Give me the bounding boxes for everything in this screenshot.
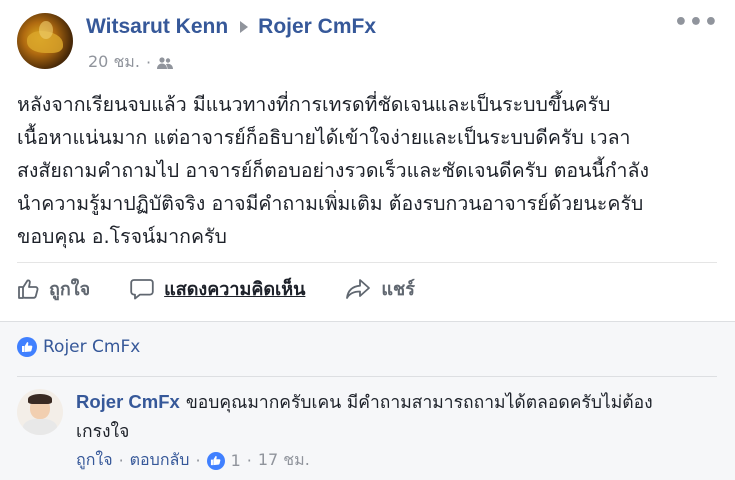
- comment-author[interactable]: Rojer CmFx: [76, 391, 180, 412]
- post-text-line: หลังจากเรียนจบแล้ว มีแนวทางที่การเทรดที่…: [17, 93, 611, 116]
- share-arrow-icon: [346, 278, 371, 299]
- post-text-line: ขอบคุณ อ.โรจน์มากครับ: [17, 225, 227, 248]
- share-label: แชร์: [381, 279, 415, 300]
- reactions-summary[interactable]: Rojer CmFx: [17, 337, 140, 357]
- like-badge-icon: [17, 337, 37, 357]
- divider: [17, 262, 717, 263]
- more-options-icon[interactable]: •••: [674, 10, 719, 35]
- comment-time[interactable]: 17 ชม.: [258, 448, 310, 473]
- comments-section: Rojer CmFx Rojer CmFx ขอบคุณมากครับเคน มี…: [0, 322, 735, 480]
- divider: [17, 376, 717, 377]
- meta-separator: ·: [118, 451, 124, 470]
- post-text-line: สงสัยถามคำถามไป อาจารย์ก็ตอบอย่างรวดเร็ว…: [17, 159, 649, 182]
- meta-separator: ·: [246, 451, 252, 470]
- arrow-right-icon: [240, 21, 249, 33]
- post-card: Witsarut Kenn Rojer CmFx 20 ชม. · ••• หล…: [0, 0, 735, 322]
- author-avatar[interactable]: [17, 13, 73, 69]
- post-text-line: นำความรู้มาปฏิบัติจริง อาจมีคำถามเพิ่มเต…: [17, 192, 644, 215]
- post-body: หลังจากเรียนจบแล้ว มีแนวทางที่การเทรดที่…: [17, 88, 722, 253]
- comment-meta: ถูกใจ · ตอบกลับ · 1 · 17 ชม.: [76, 448, 310, 473]
- like-label: ถูกใจ: [49, 279, 91, 300]
- meta-separator: ·: [195, 451, 201, 470]
- reactor-name[interactable]: Rojer CmFx: [43, 337, 140, 357]
- meta-separator: ·: [145, 53, 152, 72]
- comment-reply-link[interactable]: ตอบกลับ: [130, 448, 190, 473]
- like-badge-icon[interactable]: [206, 451, 225, 470]
- post-meta: 20 ชม. ·: [88, 50, 174, 75]
- post-text-line: เนื้อหาแน่นมาก แต่อาจารย์ก็อธิบายได้เข้า…: [17, 126, 631, 149]
- friends-audience-icon[interactable]: [157, 56, 174, 69]
- post-actions: ถูกใจ แสดงความคิดเห็น แชร์: [17, 274, 455, 303]
- comment-like-count[interactable]: 1: [231, 451, 241, 470]
- comment-like-link[interactable]: ถูกใจ: [76, 448, 113, 473]
- share-button[interactable]: แชร์: [345, 274, 415, 303]
- commenter-avatar[interactable]: [17, 389, 63, 435]
- post-header: Witsarut Kenn Rojer CmFx: [86, 15, 376, 39]
- target-page-name[interactable]: Rojer CmFx: [258, 15, 376, 39]
- comment-icon: [130, 278, 154, 299]
- thumbs-up-icon: [18, 278, 39, 299]
- post-time[interactable]: 20 ชม.: [88, 50, 140, 75]
- comment-label: แสดงความคิดเห็น: [164, 279, 306, 300]
- comment-button[interactable]: แสดงความคิดเห็น: [130, 274, 305, 303]
- author-name[interactable]: Witsarut Kenn: [86, 15, 228, 39]
- like-button[interactable]: ถูกใจ: [17, 274, 90, 303]
- comment-body: Rojer CmFx ขอบคุณมากครับเคน มีคำถามสามารถ…: [76, 387, 696, 447]
